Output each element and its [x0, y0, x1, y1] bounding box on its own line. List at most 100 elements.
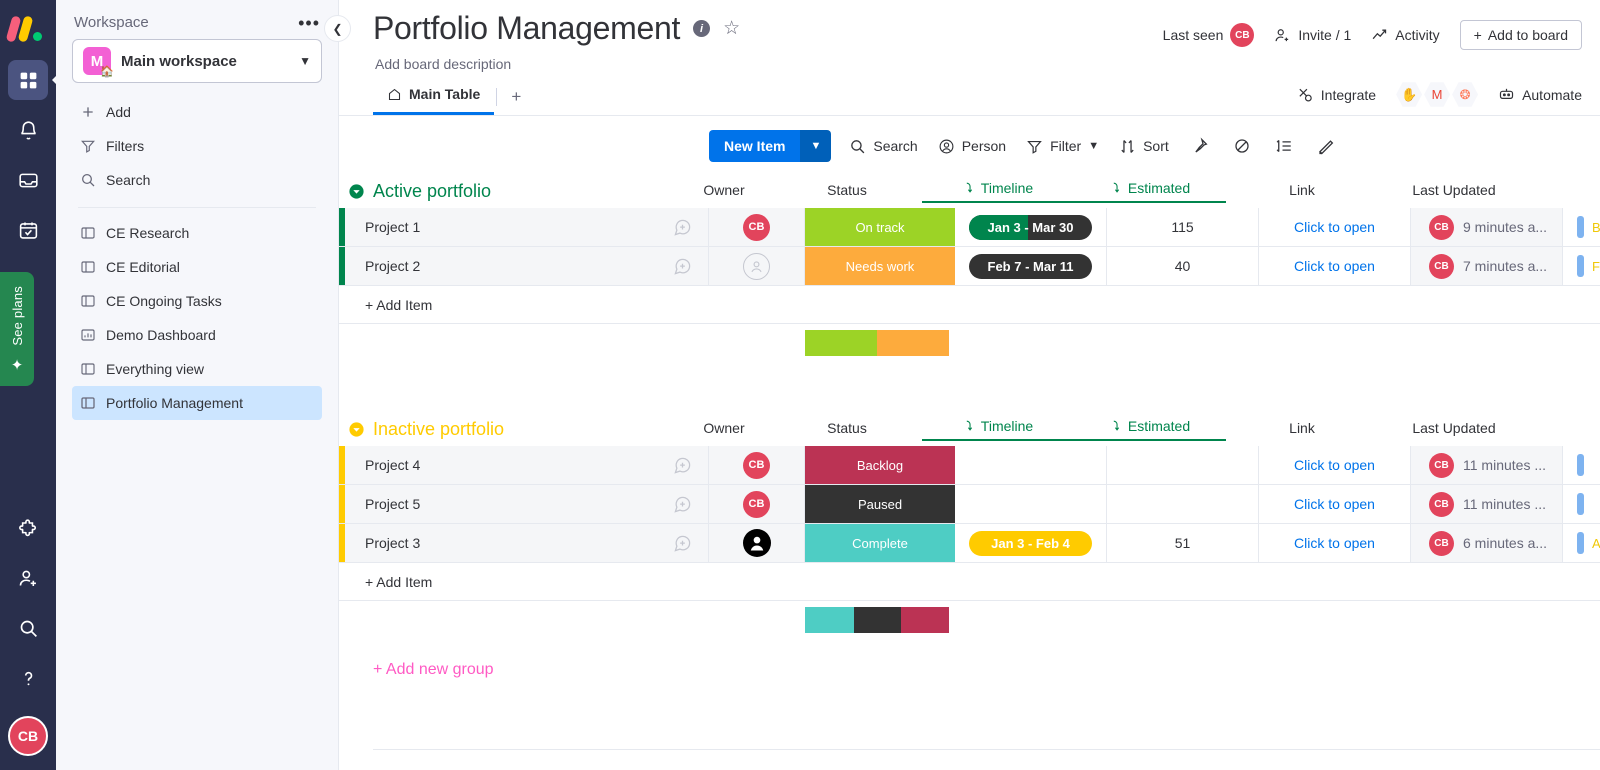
rail-user-avatar[interactable]: CB — [8, 716, 48, 756]
extra-cell[interactable]: F — [1563, 247, 1600, 285]
column-header-timeline[interactable]: Timeline — [922, 180, 1074, 203]
group-collapse-toggle[interactable] — [339, 183, 373, 200]
timeline-cell[interactable]: Feb 7 - Mar 11 — [955, 247, 1107, 285]
add-item-row[interactable]: + Add Item — [339, 286, 1600, 324]
person-filter-button[interactable]: Person — [936, 134, 1008, 159]
column-header-extra[interactable] — [1530, 436, 1600, 441]
rail-item-search[interactable] — [8, 608, 48, 648]
add-update-chat-icon[interactable] — [673, 534, 692, 553]
invite-button[interactable]: Invite / 1 — [1274, 27, 1351, 44]
estimated-cell[interactable]: 115 — [1107, 208, 1259, 246]
add-update-chat-icon[interactable] — [673, 495, 692, 514]
column-header-estimated[interactable]: Estimated — [1074, 180, 1226, 203]
owner-cell[interactable] — [709, 247, 805, 285]
sidebar-action-search[interactable]: Search — [72, 163, 322, 197]
add-item-label[interactable]: + Add Item — [345, 574, 709, 590]
favorite-star-icon[interactable]: ☆ — [723, 17, 740, 40]
hide-columns-button[interactable] — [1229, 133, 1255, 159]
pin-button[interactable] — [1187, 133, 1213, 159]
owner-cell[interactable]: CB — [709, 446, 805, 484]
timeline-cell[interactable]: Jan 3 - Feb 4 — [955, 524, 1107, 562]
column-header-last-updated[interactable]: Last Updated — [1378, 420, 1530, 441]
row-name-cell[interactable]: Project 3 — [345, 524, 709, 562]
sidebar-item-demo-dashboard[interactable]: Demo Dashboard — [72, 318, 322, 352]
status-summary-bar[interactable] — [805, 607, 949, 633]
table-row[interactable]: Project 1 CB On track Jan 3 - Mar 30 115… — [339, 208, 1600, 247]
column-header-owner[interactable]: Owner — [676, 420, 772, 441]
table-row[interactable]: Project 3 Complete Jan 3 - Feb 4 51 Clic… — [339, 524, 1600, 563]
column-header-link[interactable]: Link — [1226, 420, 1378, 441]
column-header-last-updated[interactable]: Last Updated — [1378, 182, 1530, 203]
tab-main-table[interactable]: Main Table — [373, 78, 495, 115]
add-to-board-button[interactable]: + Add to board — [1459, 20, 1582, 50]
last-updated-cell[interactable]: CB 11 minutes ... — [1411, 485, 1563, 523]
add-update-chat-icon[interactable] — [673, 257, 692, 276]
column-header-owner[interactable]: Owner — [676, 182, 772, 203]
add-update-chat-icon[interactable] — [673, 456, 692, 475]
row-name-cell[interactable]: Project 1 — [345, 208, 709, 246]
sidebar-item-portfolio-management[interactable]: Portfolio Management — [72, 386, 322, 420]
timeline-cell[interactable] — [955, 485, 1107, 523]
last-seen-group[interactable]: Last seen CB — [1163, 23, 1255, 47]
column-header-status[interactable]: Status — [772, 420, 922, 441]
sidebar-collapse-button[interactable]: ❮ — [324, 15, 351, 42]
add-view-button[interactable]: + — [499, 79, 533, 115]
rail-item-invite[interactable] — [8, 558, 48, 598]
gmail-icon[interactable]: M — [1424, 82, 1451, 107]
column-header-status[interactable]: Status — [772, 182, 922, 203]
owner-cell[interactable]: CB — [709, 485, 805, 523]
sidebar-item-ce-ongoing-tasks[interactable]: CE Ongoing Tasks — [72, 284, 322, 318]
group-title[interactable]: Active portfolio — [373, 181, 491, 202]
timeline-cell[interactable]: Jan 3 - Mar 30 — [955, 208, 1107, 246]
column-header-link[interactable]: Link — [1226, 182, 1378, 203]
integrate-button[interactable]: Integrate — [1297, 86, 1376, 103]
link-cell[interactable]: Click to open — [1259, 446, 1411, 484]
rail-item-inbox[interactable] — [8, 160, 48, 200]
sidebar-item-ce-editorial[interactable]: CE Editorial — [72, 250, 322, 284]
last-updated-cell[interactable]: CB 7 minutes a... — [1411, 247, 1563, 285]
rail-item-my-work[interactable] — [8, 210, 48, 250]
estimated-cell[interactable]: 51 — [1107, 524, 1259, 562]
group-title[interactable]: Inactive portfolio — [373, 419, 504, 440]
sidebar-action-filters[interactable]: Filters — [72, 129, 322, 163]
row-name-cell[interactable]: Project 2 — [345, 247, 709, 285]
estimated-cell[interactable] — [1107, 446, 1259, 484]
search-button[interactable]: Search — [847, 134, 919, 159]
hubspot-icon[interactable]: ❂ — [1452, 82, 1479, 107]
column-header-timeline[interactable]: Timeline — [922, 418, 1074, 441]
see-plans-button[interactable]: See plans ✦ — [0, 272, 34, 386]
group-collapse-toggle[interactable] — [339, 421, 373, 438]
link-cell[interactable]: Click to open — [1259, 247, 1411, 285]
extra-cell[interactable]: B — [1563, 208, 1600, 246]
row-height-button[interactable] — [1271, 133, 1297, 159]
rail-item-home[interactable] — [8, 60, 64, 100]
owner-cell[interactable] — [709, 524, 805, 562]
collapse-button[interactable] — [1313, 133, 1339, 159]
extra-cell[interactable] — [1563, 446, 1600, 484]
timeline-cell[interactable] — [955, 446, 1107, 484]
table-row[interactable]: Project 2 Needs work Feb 7 - Mar 11 40 C… — [339, 247, 1600, 286]
add-item-row[interactable]: + Add Item — [339, 563, 1600, 601]
row-name-cell[interactable]: Project 5 — [345, 485, 709, 523]
last-updated-cell[interactable]: CB 11 minutes ... — [1411, 446, 1563, 484]
add-item-label[interactable]: + Add Item — [345, 297, 709, 313]
status-summary-bar[interactable] — [805, 330, 949, 356]
board-description[interactable]: Add board description — [375, 56, 1582, 72]
activity-button[interactable]: Activity — [1371, 27, 1440, 44]
status-cell[interactable]: Needs work — [805, 247, 955, 285]
status-cell[interactable]: Paused — [805, 485, 955, 523]
new-item-dropdown-arrow[interactable]: ▼ — [800, 130, 832, 162]
sidebar-item-everything-view[interactable]: Everything view — [72, 352, 322, 386]
status-cell[interactable]: Backlog — [805, 446, 955, 484]
owner-cell[interactable]: CB — [709, 208, 805, 246]
link-cell[interactable]: Click to open — [1259, 485, 1411, 523]
last-updated-cell[interactable]: CB 9 minutes a... — [1411, 208, 1563, 246]
sidebar-more-button[interactable]: ••• — [298, 14, 320, 32]
new-item-button[interactable]: New Item ▼ — [709, 130, 832, 162]
sort-button[interactable]: Sort — [1117, 134, 1171, 159]
info-icon[interactable]: i — [693, 20, 711, 37]
link-cell[interactable]: Click to open — [1259, 208, 1411, 246]
rail-item-notifications[interactable] — [8, 110, 48, 150]
table-row[interactable]: Project 5 CB Paused Click to open CB 11 … — [339, 485, 1600, 524]
status-cell[interactable]: Complete — [805, 524, 955, 562]
